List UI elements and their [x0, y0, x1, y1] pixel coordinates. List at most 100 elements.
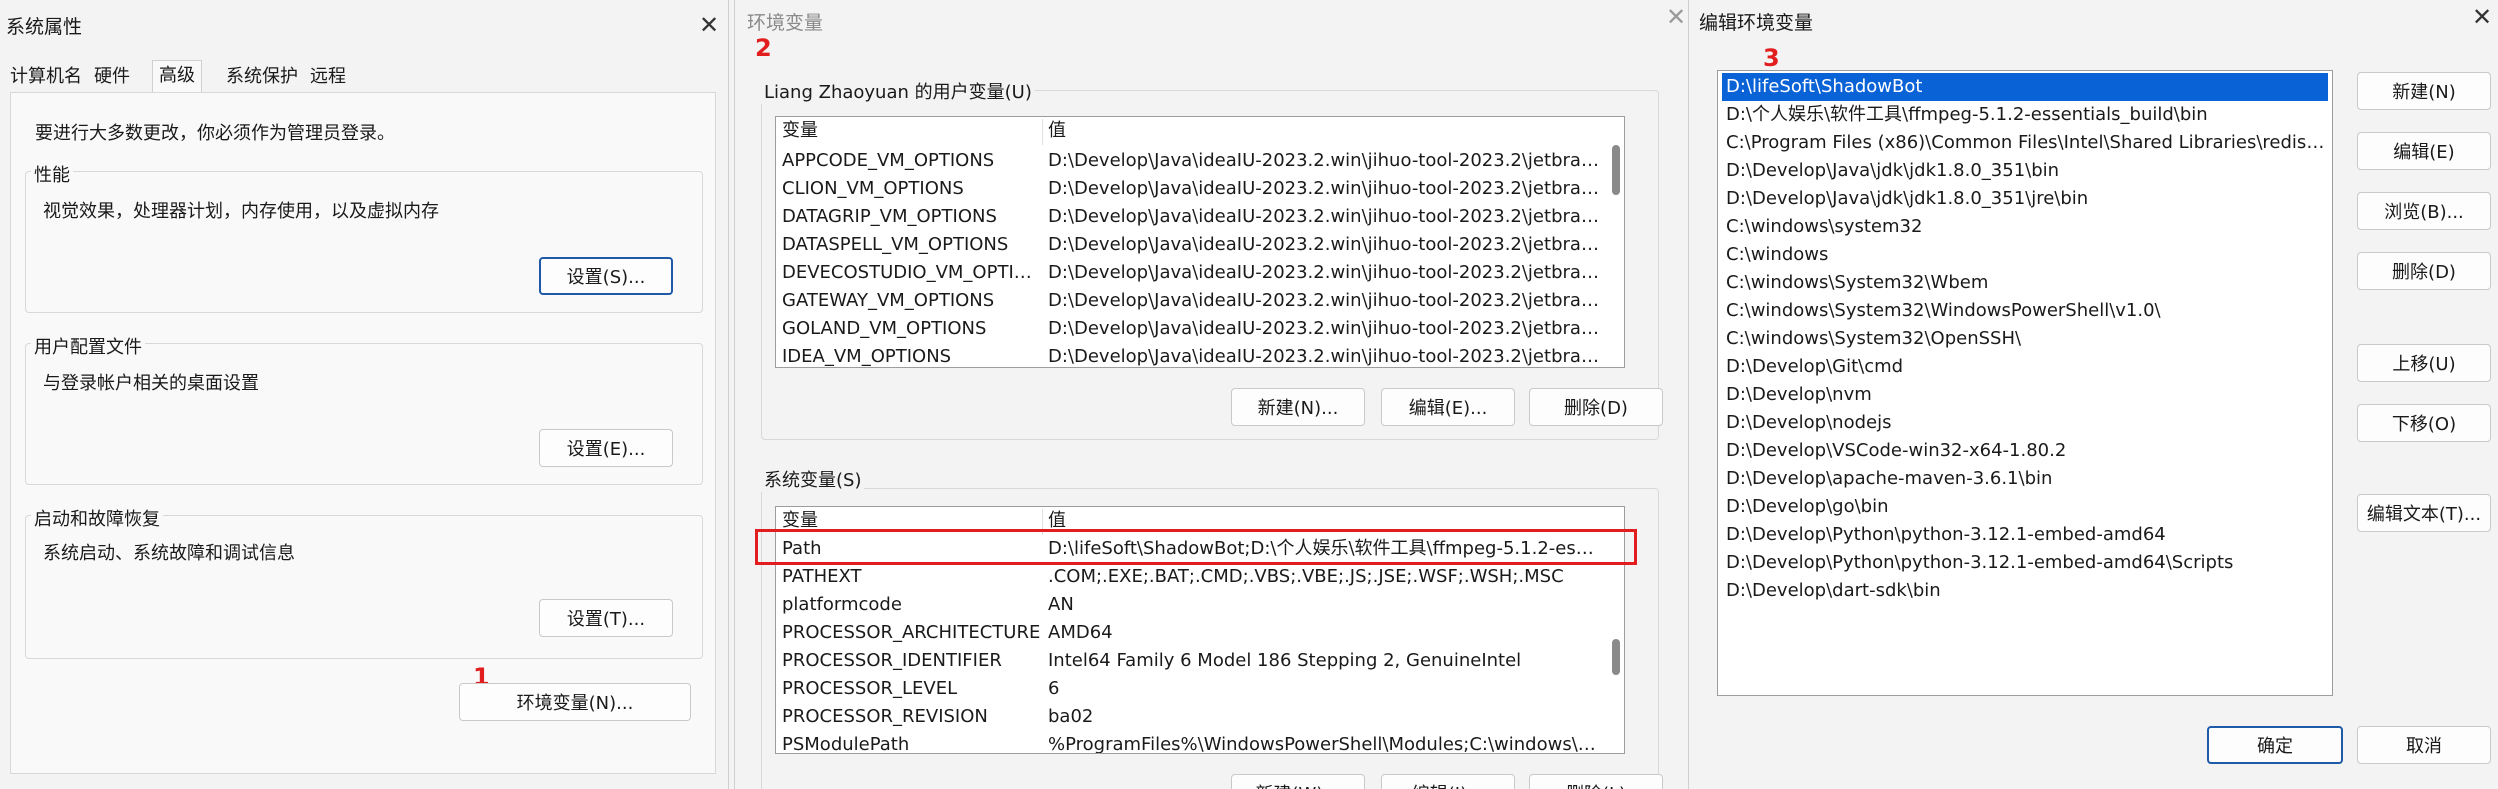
- system-delete-button[interactable]: 删除(L): [1529, 774, 1663, 789]
- startup-recovery-group: [25, 515, 703, 659]
- move-down-button[interactable]: 下移(O): [2357, 404, 2491, 442]
- startup-recovery-settings-button[interactable]: 设置(T)...: [539, 599, 673, 637]
- environment-variables-window: 环境变量 ✕ 2 Liang Zhaoyuan 的用户变量(U) 变量 值 AP…: [734, 0, 1689, 789]
- list-item[interactable]: D:\Develop\Python\python-3.12.1-embed-am…: [1722, 521, 2328, 549]
- new-button[interactable]: 新建(N): [2357, 72, 2491, 110]
- table-row[interactable]: APPCODE_VM_OPTIONS D:\Develop\Java\ideaIU…: [776, 147, 1600, 175]
- window-title: 环境变量: [747, 12, 824, 34]
- table-row[interactable]: GOLAND_VM_OPTIONS D:\Develop\Java\ideaIU-…: [776, 315, 1600, 343]
- vertical-scrollbar[interactable]: [1612, 145, 1620, 195]
- list-item[interactable]: D:\Develop\Java\jdk\jdk1.8.0_351\bin: [1722, 157, 2328, 185]
- title-bar: 系统属性 ✕: [0, 0, 728, 52]
- performance-label: 性能: [31, 161, 73, 187]
- performance-desc: 视觉效果，处理器计划，内存使用，以及虚拟内存: [43, 201, 439, 222]
- close-icon[interactable]: ✕: [1663, 4, 1689, 30]
- table-row[interactable]: IDEA_VM_OPTIONS D:\Develop\Java\ideaIU-20…: [776, 343, 1600, 367]
- variable-value: D:\Develop\Java\ideaIU-2023.2.win\jihuo-…: [1048, 178, 1600, 199]
- list-item[interactable]: C:\windows\System32\OpenSSH\: [1722, 325, 2328, 353]
- table-row[interactable]: CLION_VM_OPTIONS D:\Develop\Java\ideaIU-2…: [776, 175, 1600, 203]
- table-row[interactable]: PROCESSOR_IDENTIFIER Intel64 Family 6 Mod…: [776, 647, 1600, 675]
- variable-name: platformcode: [782, 594, 902, 615]
- variable-value: D:\Develop\Java\ideaIU-2023.2.win\jihuo-…: [1048, 318, 1600, 339]
- table-row[interactable]: PROCESSOR_ARCHITECTURE AMD64: [776, 619, 1600, 647]
- step-marker-2: 2: [755, 34, 772, 62]
- delete-button[interactable]: 删除(D): [2357, 252, 2491, 290]
- tab-remote[interactable]: 远程: [304, 62, 352, 92]
- list-item[interactable]: D:\Develop\nvm: [1722, 381, 2328, 409]
- table-row[interactable]: DATASPELL_VM_OPTIONS D:\Develop\Java\idea…: [776, 231, 1600, 259]
- system-new-button[interactable]: 新建(W)...: [1231, 774, 1365, 789]
- edit-button[interactable]: 编辑(E): [2357, 132, 2491, 170]
- list-item[interactable]: D:\Develop\apache-maven-3.6.1\bin: [1722, 465, 2328, 493]
- variable-value: Intel64 Family 6 Model 186 Stepping 2, G…: [1048, 650, 1522, 671]
- cancel-button[interactable]: 取消: [2357, 726, 2491, 764]
- browse-button[interactable]: 浏览(B)...: [2357, 192, 2491, 230]
- close-icon[interactable]: ✕: [2469, 4, 2495, 30]
- list-item[interactable]: D:\个人娱乐\软件工具\ffmpeg-5.1.2-essentials_bui…: [1722, 101, 2328, 129]
- system-properties-window: 系统属性 ✕ 计算机名 硬件 高级 系统保护 远程 要进行大多数更改，你必须作为…: [0, 0, 729, 789]
- list-item[interactable]: C:\windows\System32\WindowsPowerShell\v1…: [1722, 297, 2328, 325]
- list-item[interactable]: D:\Develop\VSCode-win32-x64-1.80.2: [1722, 437, 2328, 465]
- variable-value: AMD64: [1048, 622, 1113, 643]
- environment-variables-button[interactable]: 环境变量(N)...: [459, 683, 691, 721]
- vertical-scrollbar[interactable]: [1612, 639, 1620, 675]
- variable-name: DATAGRIP_VM_OPTIONS: [782, 206, 997, 227]
- column-header-variable[interactable]: 变量: [776, 117, 1042, 145]
- list-item[interactable]: C:\Program Files (x86)\Common Files\Inte…: [1722, 129, 2328, 157]
- tab-hardware[interactable]: 硬件: [88, 62, 136, 92]
- list-item[interactable]: C:\windows: [1722, 241, 2328, 269]
- close-icon[interactable]: ✕: [696, 12, 722, 38]
- variable-value: D:\Develop\Java\ideaIU-2023.2.win\jihuo-…: [1048, 262, 1600, 283]
- ok-button[interactable]: 确定: [2207, 726, 2343, 764]
- path-entry-list[interactable]: D:\lifeSoft\ShadowBot D:\个人娱乐\软件工具\ffmpe…: [1717, 70, 2333, 696]
- variable-name: PROCESSOR_REVISION: [782, 706, 988, 727]
- list-item[interactable]: D:\Develop\nodejs: [1722, 409, 2328, 437]
- variable-name: GOLAND_VM_OPTIONS: [782, 318, 987, 339]
- list-item[interactable]: D:\Develop\Python\python-3.12.1-embed-am…: [1722, 549, 2328, 577]
- table-row[interactable]: DATAGRIP_VM_OPTIONS D:\Develop\Java\ideaI…: [776, 203, 1600, 231]
- variable-name: IDEA_VM_OPTIONS: [782, 346, 952, 367]
- variable-value: .COM;.EXE;.BAT;.CMD;.VBS;.VBE;.JS;.JSE;.…: [1048, 566, 1564, 587]
- user-edit-button[interactable]: 编辑(E)...: [1381, 388, 1515, 426]
- user-new-button[interactable]: 新建(N)...: [1231, 388, 1365, 426]
- table-row[interactable]: PATHEXT .COM;.EXE;.BAT;.CMD;.VBS;.VBE;.JS…: [776, 563, 1600, 591]
- tab-system-protection[interactable]: 系统保护: [220, 62, 304, 92]
- list-item[interactable]: D:\Develop\Java\jdk\jdk1.8.0_351\jre\bin: [1722, 185, 2328, 213]
- path-row-highlight: [755, 529, 1637, 565]
- list-item[interactable]: C:\windows\system32: [1722, 213, 2328, 241]
- variable-value: %ProgramFiles%\WindowsPowerShell\Modules…: [1048, 734, 1600, 754]
- column-header-value[interactable]: 值: [1042, 117, 1602, 145]
- table-row[interactable]: PROCESSOR_LEVEL 6: [776, 675, 1600, 703]
- variable-name: PROCESSOR_IDENTIFIER: [782, 650, 1002, 671]
- user-delete-button[interactable]: 删除(D): [1529, 388, 1663, 426]
- table-row[interactable]: platformcode AN: [776, 591, 1600, 619]
- user-variables-table[interactable]: 变量 值 APPCODE_VM_OPTIONS D:\Develop\Java\i…: [775, 116, 1625, 368]
- tab-advanced[interactable]: 高级: [152, 60, 202, 95]
- variable-value: ba02: [1048, 706, 1094, 727]
- performance-settings-button[interactable]: 设置(S)...: [539, 257, 673, 295]
- list-item[interactable]: D:\Develop\go\bin: [1722, 493, 2328, 521]
- system-edit-button[interactable]: 编辑(I)...: [1381, 774, 1515, 789]
- table-row[interactable]: PSModulePath %ProgramFiles%\WindowsPowerS…: [776, 731, 1600, 754]
- list-item[interactable]: D:\lifeSoft\ShadowBot: [1722, 73, 2328, 101]
- variable-name: PROCESSOR_LEVEL: [782, 678, 958, 699]
- user-profile-settings-button[interactable]: 设置(E)...: [539, 429, 673, 467]
- variable-name: PATHEXT: [782, 566, 862, 587]
- table-row[interactable]: PROCESSOR_REVISION ba02: [776, 703, 1600, 731]
- startup-recovery-desc: 系统启动、系统故障和调试信息: [43, 543, 295, 564]
- edit-text-button[interactable]: 编辑文本(T)...: [2357, 494, 2491, 532]
- list-item[interactable]: D:\Develop\dart-sdk\bin: [1722, 577, 2328, 605]
- variable-name: APPCODE_VM_OPTIONS: [782, 150, 995, 171]
- variable-value: D:\Develop\Java\ideaIU-2023.2.win\jihuo-…: [1048, 346, 1600, 367]
- variable-name: GATEWAY_VM_OPTIONS: [782, 290, 995, 311]
- list-item[interactable]: C:\windows\System32\Wbem: [1722, 269, 2328, 297]
- table-row[interactable]: DEVECOSTUDIO_VM_OPTIO... D:\Develop\Java\…: [776, 259, 1600, 287]
- window-title: 编辑环境变量: [1699, 12, 1814, 34]
- variable-value: D:\Develop\Java\ideaIU-2023.2.win\jihuo-…: [1048, 150, 1600, 171]
- tab-computer-name[interactable]: 计算机名: [4, 62, 88, 92]
- move-up-button[interactable]: 上移(U): [2357, 344, 2491, 382]
- list-item[interactable]: D:\Develop\Git\cmd: [1722, 353, 2328, 381]
- table-row[interactable]: GATEWAY_VM_OPTIONS D:\Develop\Java\ideaIU…: [776, 287, 1600, 315]
- step-marker-3: 3: [1763, 44, 1780, 72]
- variable-name: PSModulePath: [782, 734, 910, 754]
